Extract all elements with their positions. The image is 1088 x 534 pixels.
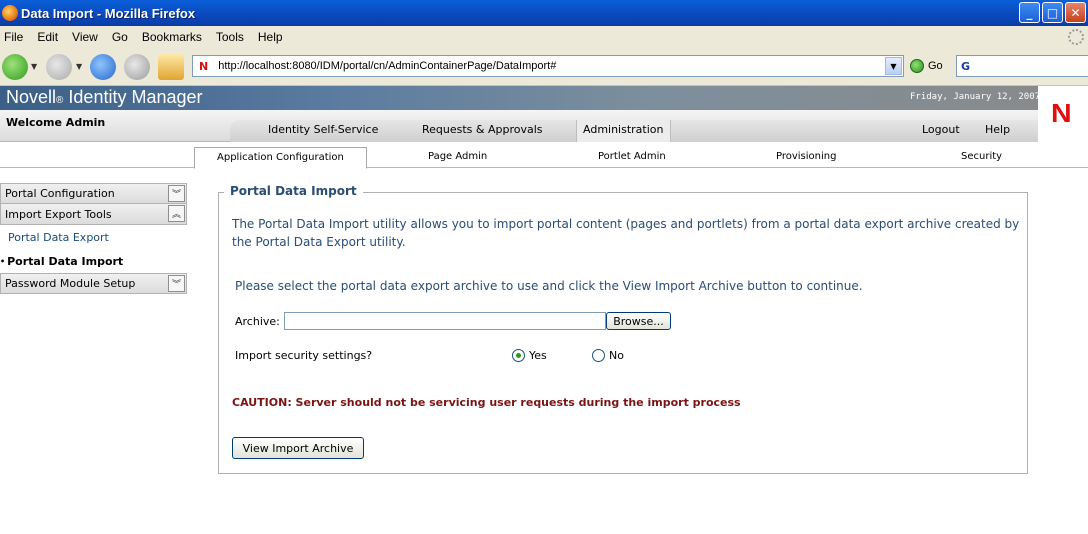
radio-no[interactable]: No: [592, 349, 624, 362]
back-history-dropdown-icon[interactable]: ▼: [31, 62, 37, 71]
import-security-label: Import security settings?: [235, 349, 373, 362]
panel-title: Portal Data Import: [224, 184, 363, 198]
radio-no-label: No: [609, 349, 624, 362]
tab-provisioning[interactable]: Provisioning: [776, 151, 836, 162]
menu-bookmarks[interactable]: Bookmarks: [142, 30, 202, 44]
url-dropdown-icon[interactable]: ▼: [885, 57, 902, 75]
product-name: Identity Manager: [68, 87, 203, 107]
instruction-text: Please select the portal data export arc…: [235, 279, 863, 293]
window-controls: _ □ ✕: [1019, 2, 1086, 23]
browse-button[interactable]: Browse...: [606, 312, 671, 330]
minimize-button[interactable]: _: [1019, 2, 1040, 23]
nav-link-label: Portal Data Import: [7, 254, 124, 268]
url-text[interactable]: http://localhost:8080/IDM/portal/cn/Admi…: [218, 60, 556, 72]
nav-group-portal-configuration[interactable]: Portal Configuration ︾: [0, 183, 187, 204]
novell-logo-area: N: [1038, 86, 1088, 142]
archive-label: Archive:: [235, 315, 280, 328]
menu-view[interactable]: View: [72, 30, 98, 44]
forward-history-dropdown-icon[interactable]: ▼: [76, 62, 82, 71]
view-import-archive-button[interactable]: View Import Archive: [232, 437, 364, 459]
left-navigation: Portal Configuration ︾ Import Export Too…: [0, 183, 187, 294]
stop-icon[interactable]: [124, 54, 150, 80]
menu-tools[interactable]: Tools: [216, 30, 244, 44]
header-date: Friday, January 12, 2007: [910, 92, 1041, 102]
reload-icon[interactable]: [90, 54, 116, 80]
welcome-text: Welcome Admin: [6, 116, 106, 129]
tab-page-admin[interactable]: Page Admin: [428, 151, 487, 162]
main-tab-row: Welcome Admin Identity Self-Service Requ…: [0, 110, 1038, 142]
expand-chevron-icon[interactable]: ︾: [168, 275, 185, 292]
tab-portlet-admin[interactable]: Portlet Admin: [598, 151, 666, 162]
menu-go[interactable]: Go: [112, 30, 128, 44]
navigation-toolbar: ▼ ▼ N http://localhost:8080/IDM/portal/c…: [0, 48, 1088, 86]
home-icon[interactable]: [158, 54, 184, 80]
go-button[interactable]: Go: [910, 59, 943, 73]
tab-security[interactable]: Security: [961, 151, 1002, 162]
go-label: Go: [928, 60, 943, 72]
nav-link-portal-data-export[interactable]: Portal Data Export: [0, 225, 187, 249]
back-icon[interactable]: [2, 54, 28, 80]
menubar: File Edit View Go Bookmarks Tools Help: [0, 26, 1088, 48]
nav-group-import-export-tools[interactable]: Import Export Tools ︽: [0, 204, 187, 225]
help-link[interactable]: Help: [985, 123, 1010, 136]
menu-file[interactable]: File: [4, 30, 23, 44]
tab-identity-self-service[interactable]: Identity Self-Service: [268, 123, 378, 136]
radio-unchecked-icon[interactable]: [592, 349, 605, 362]
description-text: The Portal Data Import utility allows yo…: [232, 217, 1020, 249]
logout-link[interactable]: Logout: [922, 123, 960, 136]
expand-chevron-icon[interactable]: ︾: [168, 185, 185, 202]
radio-yes[interactable]: Yes: [512, 349, 547, 362]
novell-logo-icon: N: [1051, 98, 1072, 128]
nav-group-label: Portal Configuration: [5, 187, 115, 200]
nav-group-label: Password Module Setup: [5, 277, 136, 290]
current-item-bullet-icon: •: [0, 256, 6, 266]
nav-group-label: Import Export Tools: [5, 207, 112, 221]
site-favicon-icon: N: [199, 59, 209, 73]
search-box[interactable]: G: [956, 55, 1088, 77]
throbber-icon: [1068, 29, 1084, 45]
forward-icon[interactable]: [46, 54, 72, 80]
archive-file-input[interactable]: [284, 312, 606, 330]
app-header: Novell® Identity Manager Friday, January…: [0, 86, 1088, 110]
google-search-icon: G: [961, 59, 971, 73]
tab-application-configuration[interactable]: Application Configuration: [194, 147, 367, 169]
collapse-chevron-icon[interactable]: ︽: [168, 205, 185, 222]
menu-help[interactable]: Help: [258, 30, 283, 44]
caution-text: CAUTION: Server should not be servicing …: [232, 396, 741, 409]
brand-name: Novell: [6, 87, 57, 107]
go-icon: [910, 59, 924, 73]
maximize-button[interactable]: □: [1042, 2, 1063, 23]
radio-yes-label: Yes: [529, 349, 547, 362]
product-brand: Novell® Identity Manager: [6, 87, 203, 108]
tab-administration[interactable]: Administration: [576, 120, 671, 142]
nav-link-portal-data-import[interactable]: • Portal Data Import: [0, 249, 187, 273]
tab-requests-approvals[interactable]: Requests & Approvals: [422, 123, 543, 136]
sub-tab-row: Application Configuration Page Admin Por…: [0, 142, 1088, 169]
radio-checked-icon[interactable]: [512, 349, 525, 362]
menu-edit[interactable]: Edit: [37, 30, 58, 44]
registered-mark: ®: [56, 95, 64, 106]
nav-group-password-module-setup[interactable]: Password Module Setup ︾: [0, 273, 187, 294]
window-title: Data Import - Mozilla Firefox: [21, 5, 196, 21]
window-titlebar: Data Import - Mozilla Firefox _ □ ✕: [0, 0, 1088, 26]
close-button[interactable]: ✕: [1065, 2, 1086, 23]
address-bar[interactable]: N http://localhost:8080/IDM/portal/cn/Ad…: [192, 55, 904, 77]
firefox-icon: [2, 5, 18, 21]
